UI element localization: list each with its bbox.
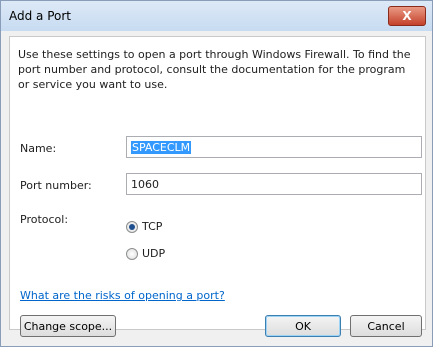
close-button[interactable]: X bbox=[388, 6, 426, 26]
risks-help-link[interactable]: What are the risks of opening a port? bbox=[20, 289, 225, 302]
port-number-field[interactable]: 1060 bbox=[126, 173, 422, 195]
name-value: SPACECLM bbox=[131, 141, 192, 154]
radio-checked-icon bbox=[126, 220, 138, 233]
dialog-content: Use these settings to open a port throug… bbox=[9, 36, 426, 337]
cancel-button[interactable]: Cancel bbox=[350, 315, 422, 337]
change-scope-label: Change scope... bbox=[23, 319, 113, 333]
protocol-udp-radio[interactable]: UDP bbox=[126, 247, 165, 260]
dialog-title: Add a Port bbox=[9, 9, 72, 23]
change-scope-button[interactable]: Change scope... bbox=[20, 315, 116, 337]
name-label: Name: bbox=[20, 142, 57, 155]
name-field[interactable]: SPACECLM bbox=[126, 136, 422, 158]
ok-label: OK bbox=[295, 319, 311, 333]
ok-button[interactable]: OK bbox=[265, 315, 341, 337]
protocol-tcp-label: TCP bbox=[142, 220, 163, 233]
cancel-label: Cancel bbox=[367, 319, 405, 333]
protocol-label: Protocol: bbox=[20, 213, 69, 226]
protocol-tcp-radio[interactable]: TCP bbox=[126, 220, 162, 233]
port-number-label: Port number: bbox=[20, 179, 92, 192]
protocol-udp-label: UDP bbox=[142, 247, 166, 260]
add-port-dialog: Add a Port X Use these settings to open … bbox=[0, 0, 433, 347]
title-bar: Add a Port X bbox=[1, 1, 432, 31]
port-number-value: 1060 bbox=[131, 178, 159, 191]
close-icon: X bbox=[402, 9, 412, 23]
radio-unchecked-icon bbox=[126, 247, 138, 260]
description-text: Use these settings to open a port throug… bbox=[18, 48, 411, 91]
